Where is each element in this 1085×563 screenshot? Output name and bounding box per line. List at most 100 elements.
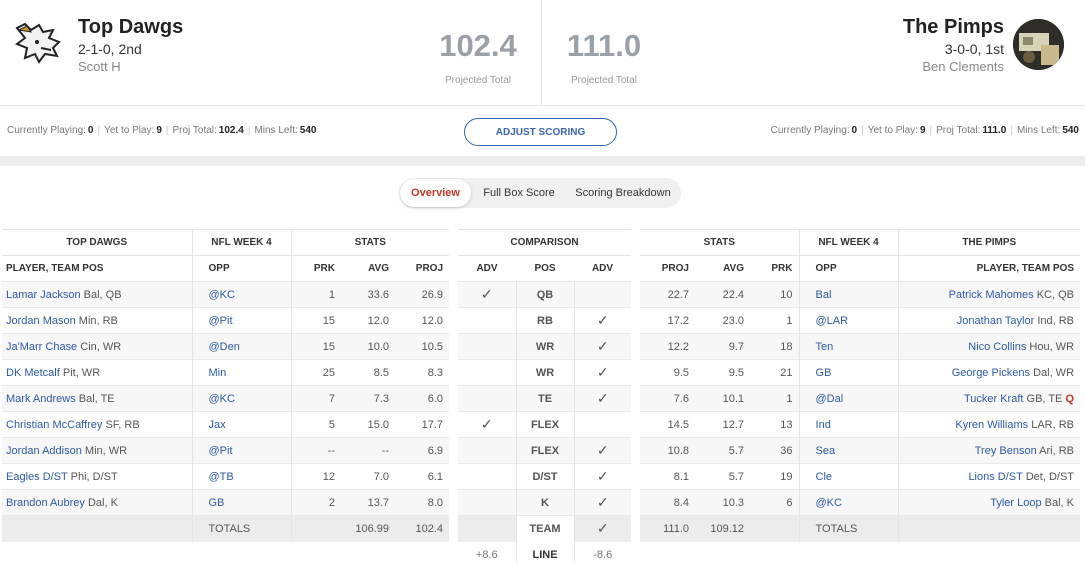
home-player-row: Jordan Addison Min, WR @Pit -- -- 6.9: [2, 437, 450, 464]
adv-right-cell: [574, 411, 631, 438]
away-avg-col-header[interactable]: AVG: [695, 255, 750, 282]
position-cell: FLEX: [515, 411, 575, 438]
opponent-link[interactable]: Cle: [816, 471, 833, 483]
opponent-link[interactable]: Bal: [816, 289, 832, 301]
opponent-link[interactable]: GB: [816, 367, 832, 379]
prk-col-header[interactable]: PRK: [291, 255, 341, 282]
avg-cell: 12.7: [695, 411, 750, 438]
player-name-link[interactable]: George Pickens: [952, 367, 1030, 379]
player-name-link[interactable]: Jordan Mason: [6, 315, 76, 327]
away-prk-col-header[interactable]: PRK: [750, 255, 800, 282]
opponent-link[interactable]: @KC: [816, 497, 842, 509]
position-cell: D/ST: [515, 463, 575, 490]
away-team-avatar[interactable]: [1013, 19, 1064, 70]
opponent-link[interactable]: @KC: [209, 289, 235, 301]
opponent-link[interactable]: @Dal: [816, 393, 844, 405]
tab-scoring-breakdown[interactable]: Scoring Breakdown: [571, 178, 675, 208]
player-name-link[interactable]: Eagles D/ST: [6, 471, 68, 483]
player-team-pos: LAR, RB: [1031, 418, 1075, 431]
proj-cell: 6.0: [395, 385, 450, 412]
player-team-pos: Bal, TE: [78, 392, 115, 405]
home-player-row: Christian McCaffrey SF, RB Jax 5 15.0 17.7: [2, 411, 450, 438]
prk-cell: 6: [750, 489, 800, 516]
opponent-link[interactable]: @Pit: [209, 445, 233, 457]
prk-cell: 15: [291, 333, 341, 360]
player-name-link[interactable]: Mark Andrews: [6, 393, 76, 405]
home-player-row: Jordan Mason Min, RB @Pit 15 12.0 12.0: [2, 307, 450, 334]
player-col-header[interactable]: PLAYER, TEAM POS: [2, 255, 193, 282]
opp-col-header[interactable]: OPP: [192, 255, 292, 282]
proj-cell: 10.8: [640, 437, 695, 464]
section-divider: [0, 156, 1085, 166]
away-player-col-header[interactable]: PLAYER, TEAM POS: [898, 255, 1081, 282]
player-team-pos: Min, WR: [84, 444, 128, 457]
away-opp-col-header[interactable]: OPP: [799, 255, 899, 282]
tab-full-box-score[interactable]: Full Box Score: [479, 178, 559, 208]
team-logo-icon[interactable]: [13, 22, 63, 66]
check-icon: ✓: [596, 338, 609, 354]
player-name-link[interactable]: Lamar Jackson: [6, 289, 81, 301]
prk-cell: 19: [750, 463, 800, 490]
matchup-info-bar: Currently Playing: 0 | Yet to Play: 9 | Proj T…: [0, 106, 1085, 156]
player-cell: Eagles D/ST Phi, D/ST: [2, 463, 193, 490]
opponent-link[interactable]: Jax: [209, 419, 226, 431]
avg-cell: 7.3: [341, 385, 395, 412]
player-name-link[interactable]: Jonathan Taylor: [957, 315, 1034, 327]
opponent-link[interactable]: @Pit: [209, 315, 233, 327]
avg-cell: 33.6: [341, 281, 395, 308]
opponent-link[interactable]: Sea: [816, 445, 836, 457]
home-team-name[interactable]: Top Dawgs: [78, 16, 183, 39]
player-name-link[interactable]: Christian McCaffrey: [6, 419, 102, 431]
player-name-link[interactable]: Tyler Loop: [990, 497, 1041, 509]
tab-overview[interactable]: Overview: [400, 179, 471, 207]
opponent-link[interactable]: Ten: [816, 341, 834, 353]
player-name-link[interactable]: Lions D/ST: [968, 471, 1022, 483]
check-icon: ✓: [596, 390, 609, 406]
prk-cell: 1: [750, 385, 800, 412]
player-name-link[interactable]: Brandon Aubrey: [6, 497, 85, 509]
home-totals-avg: 106.99: [341, 515, 395, 542]
proj-cell: 8.3: [395, 359, 450, 386]
proj-col-header[interactable]: PROJ: [395, 255, 450, 282]
prk-cell: 15: [291, 307, 341, 334]
player-name-link[interactable]: Tucker Kraft: [964, 393, 1024, 405]
opponent-link[interactable]: @TB: [209, 471, 234, 483]
away-proj-col-header[interactable]: PROJ: [640, 255, 695, 282]
proj-cell: 22.7: [640, 281, 695, 308]
adv-right-cell: [574, 281, 631, 308]
pos-header: POS: [516, 255, 574, 282]
home-player-row: Eagles D/ST Phi, D/ST @TB 12 7.0 6.1: [2, 463, 450, 490]
player-name-link[interactable]: Kyren Williams: [955, 419, 1028, 431]
player-name-link[interactable]: Nico Collins: [968, 341, 1026, 353]
player-team-pos: KC, QB: [1036, 288, 1075, 301]
player-cell: Nico Collins Hou, WR: [898, 333, 1081, 360]
avg-col-header[interactable]: AVG: [341, 255, 395, 282]
player-name-link[interactable]: DK Metcalf: [6, 367, 60, 379]
position-cell: FLEX: [515, 437, 575, 464]
opponent-link[interactable]: @Den: [209, 341, 240, 353]
player-name-link[interactable]: Ja'Marr Chase: [6, 341, 77, 353]
avg-cell: 7.0: [341, 463, 395, 490]
player-name-link[interactable]: Patrick Mahomes: [949, 289, 1034, 301]
opponent-link[interactable]: GB: [209, 497, 225, 509]
away-live-stats: Currently Playing: 0 | Yet to Play: 9 | Proj T…: [770, 125, 1079, 136]
player-cell: Tyler Loop Bal, K: [898, 489, 1081, 516]
prk-cell: 36: [750, 437, 800, 464]
away-team-record: 3-0-0, 1st: [944, 41, 1004, 57]
position-cell: RB: [515, 307, 575, 334]
opponent-link[interactable]: Ind: [816, 419, 831, 431]
comparison-row: D/ST ✓: [458, 463, 631, 490]
adjust-scoring-button[interactable]: ADJUST SCORING: [464, 118, 617, 146]
avg-cell: 10.1: [695, 385, 750, 412]
player-name-link[interactable]: Trey Benson: [975, 445, 1037, 457]
away-team-name[interactable]: The Pimps: [903, 16, 1004, 39]
opponent-link[interactable]: @LAR: [816, 315, 849, 327]
opponent-link[interactable]: @KC: [209, 393, 235, 405]
header-divider: [541, 0, 542, 106]
player-name-link[interactable]: Jordan Addison: [6, 445, 82, 457]
home-projected-score: 102.4 Projected Total: [423, 29, 533, 87]
view-tabs: Overview Full Box Score Scoring Breakdow…: [399, 178, 681, 208]
proj-cell: 8.1: [640, 463, 695, 490]
avg-cell: 22.4: [695, 281, 750, 308]
opponent-link[interactable]: Min: [209, 367, 227, 379]
